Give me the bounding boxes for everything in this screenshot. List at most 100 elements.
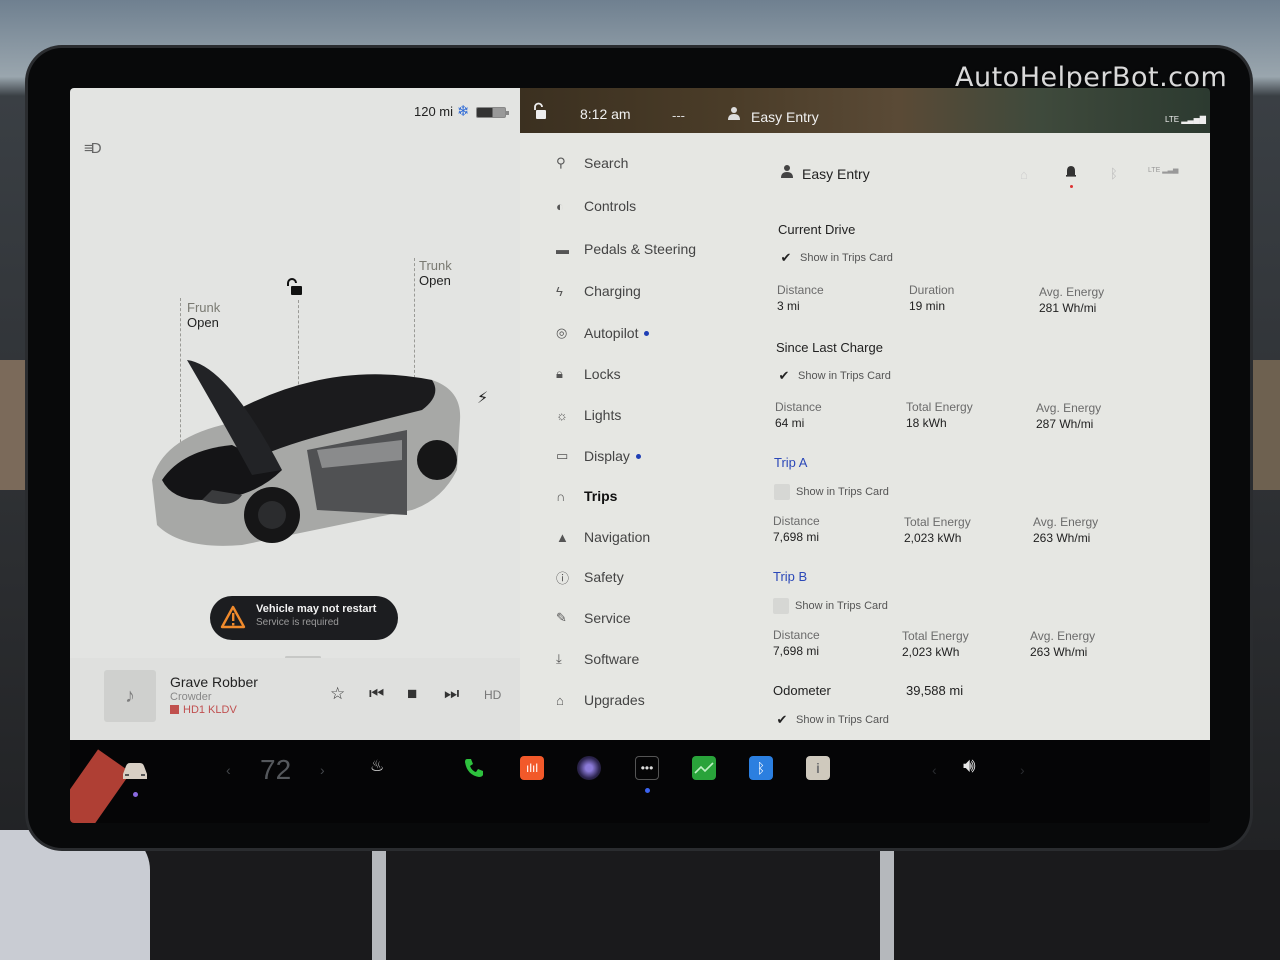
download-icon: ⤓	[556, 651, 562, 666]
nav-item-pedals-steering[interactable]: ▬ Pedals & Steering	[556, 237, 696, 261]
service-alert[interactable]: Vehicle may not restart Service is requi…	[210, 596, 398, 640]
trip-a-total-energy: Total Energy 2,023 kWh	[904, 515, 971, 546]
temp-down-arrow[interactable]: ‹	[226, 762, 231, 778]
stat-value: 263 Wh/mi	[1033, 531, 1091, 545]
album-art[interactable]: ♪	[104, 670, 156, 722]
headlight-icon[interactable]: ≡D	[84, 140, 102, 157]
previous-track-icon[interactable]: ⏮	[369, 684, 384, 704]
background-cloth	[0, 830, 150, 960]
home-icon[interactable]: ⌂	[1020, 167, 1028, 182]
since-last-charge-show-checkbox[interactable]: ✔ Show in Trips Card	[776, 368, 891, 384]
favorite-star-icon[interactable]: ☆	[330, 684, 345, 704]
car-icon[interactable]	[120, 760, 150, 787]
volume-up-arrow[interactable]: ›	[1020, 762, 1025, 778]
nav-item-upgrades[interactable]: ⌂ Upgrades	[556, 688, 645, 712]
car-indicator-dot	[133, 792, 138, 797]
status-bar: 8:12 am --- Easy Entry LTE ▂▃▅▇	[520, 88, 1210, 133]
energy-app-icon[interactable]	[692, 756, 716, 780]
music-note-icon: ♪	[125, 684, 135, 707]
seat-heater-icon[interactable]: ♨	[370, 756, 384, 776]
nav-item-lights[interactable]: ☼ Lights	[556, 403, 621, 427]
steering-wheel-icon: ◎	[556, 325, 568, 340]
mount-post-right	[880, 850, 894, 960]
profile-icon[interactable]	[727, 106, 741, 125]
odometer-value: 39,588 mi	[906, 683, 964, 698]
frunk-callout[interactable]: Frunk Open	[187, 300, 220, 330]
nav-item-label: Software	[584, 651, 640, 667]
nav-item-controls[interactable]: ◐ Controls	[556, 194, 636, 218]
hd-radio-icon[interactable]: HD	[484, 688, 501, 702]
trip-b-title[interactable]: Trip B	[773, 569, 807, 584]
trip-a-show-checkbox[interactable]: Show in Trips Card	[774, 484, 889, 500]
trip-b-show-checkbox[interactable]: Show in Trips Card	[773, 598, 888, 614]
notification-bell-icon[interactable]	[1065, 165, 1077, 184]
stat-label: Duration	[909, 283, 955, 297]
unlocked-icon[interactable]	[286, 278, 304, 301]
wrench-icon: ✎	[556, 610, 567, 625]
temp-up-arrow[interactable]: ›	[320, 762, 325, 778]
nav-item-autopilot[interactable]: ◎ Autopilot	[556, 321, 650, 345]
nav-item-locks[interactable]: 🔒︎ Locks	[556, 362, 621, 386]
lte-icon: LTE ▂▃▅	[1148, 167, 1179, 174]
since-last-charge-avg-energy: Avg. Energy 287 Wh/mi	[1036, 401, 1101, 432]
stat-value: 287 Wh/mi	[1036, 417, 1094, 431]
camera-app-icon[interactable]	[577, 756, 601, 780]
nav-item-trips[interactable]: ∩ Trips	[556, 484, 617, 508]
settings-panel: ⚲ Search ◐ Controls ▬ Pedals & Steering ϟ Charg…	[520, 133, 1210, 740]
vehicle-panel: ≡D 120 mi ❄ Frunk Open Trunk Open ⚡ Vehi…	[70, 88, 520, 740]
nav-item-label: Safety	[584, 569, 624, 585]
cabin-temperature[interactable]: 72	[260, 754, 291, 786]
alert-subtitle: Service is required	[256, 617, 339, 628]
unlock-icon[interactable]	[532, 102, 548, 125]
since-last-charge-total-energy: Total Energy 18 kWh	[906, 400, 973, 431]
odometer-show-checkbox[interactable]: ✔ Show in Trips Card	[774, 712, 889, 728]
volume-down-arrow[interactable]: ‹	[932, 762, 937, 778]
phone-icon[interactable]	[462, 756, 486, 785]
stat-value: 263 Wh/mi	[1030, 645, 1088, 659]
nav-item-charging[interactable]: ϟ Charging	[556, 279, 641, 303]
checkbox-label: Show in Trips Card	[796, 714, 889, 726]
stat-label: Total Energy	[904, 515, 971, 529]
trip-b-total-energy: Total Energy 2,023 kWh	[902, 629, 969, 660]
trip-a-avg-energy: Avg. Energy 263 Wh/mi	[1033, 515, 1098, 546]
checkbox-label: Show in Trips Card	[800, 252, 893, 264]
nav-item-label: Lights	[584, 407, 622, 423]
next-track-icon[interactable]: ⏭	[444, 684, 459, 704]
background-console	[0, 850, 1280, 960]
nav-item-label: Locks	[584, 366, 621, 382]
trip-b-distance: Distance 7,698 mi	[773, 628, 820, 659]
nav-item-label: Charging	[584, 283, 641, 299]
lock-icon: 🔒︎	[556, 366, 563, 381]
trip-a-distance: Distance 7,698 mi	[773, 514, 820, 545]
alert-title: Vehicle may not restart	[256, 603, 377, 615]
trip-b-avg-energy: Avg. Energy 263 Wh/mi	[1030, 629, 1095, 660]
current-drive-show-checkbox[interactable]: ✔ Show in Trips Card	[778, 250, 893, 266]
checkbox-unchecked	[773, 598, 789, 614]
nav-item-search[interactable]: ⚲ Search	[556, 151, 628, 175]
nav-item-display[interactable]: ▭ Display	[556, 444, 641, 468]
nav-item-service[interactable]: ✎ Service	[556, 606, 631, 630]
bluetooth-app-icon[interactable]: ᛒ	[749, 756, 773, 780]
checkbox-label: Show in Trips Card	[798, 370, 891, 382]
nav-item-navigation[interactable]: ▲ Navigation	[556, 525, 650, 549]
manual-app-icon[interactable]: i	[806, 756, 830, 780]
trunk-callout[interactable]: Trunk Open	[419, 258, 452, 288]
nav-item-software[interactable]: ⤓ Software	[556, 647, 639, 671]
trip-a-title[interactable]: Trip A	[774, 455, 807, 470]
nav-item-safety[interactable]: ⓘ Safety	[556, 565, 624, 589]
stop-icon[interactable]: ■	[407, 684, 417, 704]
stat-value: 7,698 mi	[773, 530, 820, 544]
nav-item-label: Controls	[584, 198, 637, 214]
volume-icon[interactable]: 🔊︎	[963, 755, 976, 778]
nav-item-label: Upgrades	[584, 692, 645, 708]
lte-signal-icon: LTE ▂▃▅▇	[1165, 115, 1206, 124]
driver-profile[interactable]: Easy Entry	[751, 109, 819, 125]
more-apps-icon[interactable]: •••	[635, 756, 659, 780]
music-app-icon[interactable]: ılıl	[520, 756, 544, 780]
charge-port-icon[interactable]: ⚡	[477, 388, 488, 408]
range-readout: 120 mi	[414, 104, 454, 119]
song-artist: Crowder	[170, 691, 212, 703]
bluetooth-icon[interactable]: ᛒ	[1110, 166, 1118, 181]
profile-name[interactable]: Easy Entry	[802, 166, 870, 182]
clock: 8:12 am	[580, 106, 631, 122]
